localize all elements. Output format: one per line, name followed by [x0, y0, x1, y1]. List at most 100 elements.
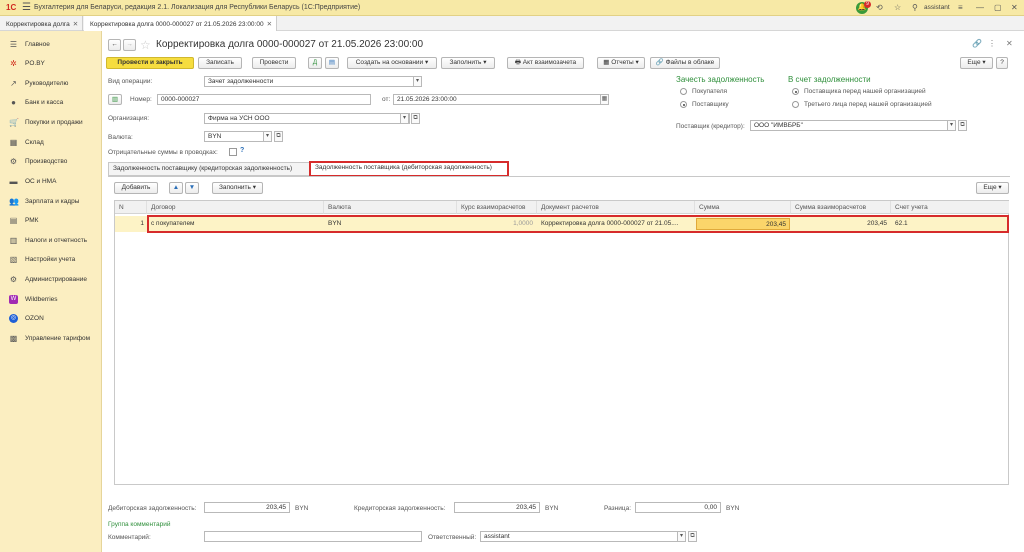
user-name[interactable]: assistant: [924, 4, 950, 11]
create-based-button[interactable]: Создать на основании ▾: [347, 57, 437, 69]
sidebar-item-tariff[interactable]: ▩ Управление тарифом: [0, 330, 102, 348]
sidebar-item-admin[interactable]: ⚙ Администрирование: [0, 271, 102, 289]
fill-button[interactable]: Заполнить ▾: [441, 57, 495, 69]
responsible-dropdown-icon[interactable]: ▾: [677, 531, 686, 542]
supplier-field[interactable]: ООО "ИМВБРБ": [750, 120, 948, 131]
link-icon[interactable]: 🔗: [972, 39, 982, 48]
dt-kt-icon[interactable]: Д: [308, 57, 322, 69]
move-up-icon[interactable]: ▲: [169, 182, 183, 194]
operation-dropdown-icon[interactable]: ▾: [413, 76, 422, 87]
sidebar-item-poby[interactable]: ✲ PO.BY: [0, 55, 102, 73]
offset-buyer-label: Покупателя: [692, 88, 728, 95]
close-window-icon[interactable]: ✕: [1011, 3, 1018, 12]
sidebar-item-wildberries[interactable]: W Wildberries: [0, 291, 102, 309]
back-button[interactable]: ←: [108, 39, 121, 51]
col-header-sum[interactable]: Сумма: [695, 201, 791, 214]
supplier-open-icon[interactable]: ⧉: [958, 120, 967, 131]
close-form-icon[interactable]: ✕: [1006, 39, 1013, 48]
operation-field[interactable]: Зачет задолженности: [204, 76, 414, 87]
print-document-icon[interactable]: ▤: [325, 57, 339, 69]
number-field[interactable]: 0000-000027: [157, 94, 371, 105]
sidebar-item-warehouse[interactable]: ▦ Склад: [0, 134, 102, 152]
offset-buyer-radio[interactable]: [680, 88, 687, 95]
favorite-star-icon[interactable]: ☆: [140, 38, 151, 52]
table-add-button[interactable]: Добавить: [114, 182, 158, 194]
help-link[interactable]: ?: [240, 147, 244, 154]
sidebar-item-rmk[interactable]: ▤ РМК: [0, 212, 102, 230]
move-down-icon[interactable]: ▼: [185, 182, 199, 194]
settings-menu-icon[interactable]: ≡: [958, 3, 963, 12]
cell-rate[interactable]: 1,0000: [457, 217, 537, 231]
forward-button[interactable]: →: [123, 39, 136, 51]
account-supplier-radio[interactable]: [792, 88, 799, 95]
sidebar-item-ozon[interactable]: ◎ OZON: [0, 310, 102, 328]
history-icon[interactable]: ⟲: [876, 3, 883, 12]
minimize-icon[interactable]: —: [976, 3, 984, 12]
comment-field[interactable]: [204, 531, 422, 542]
act-button[interactable]: 🖶 Акт взаимозачета: [507, 57, 584, 69]
col-header-account[interactable]: Счет учета: [891, 201, 1009, 214]
organization-open-icon[interactable]: ⧉: [411, 113, 420, 124]
save-button[interactable]: Записать: [198, 57, 242, 69]
favorites-icon[interactable]: ☆: [894, 3, 901, 12]
calendar-icon[interactable]: ▦: [600, 94, 609, 105]
more-vertical-icon[interactable]: ⋮: [988, 39, 996, 48]
sidebar-item-label: Налоги и отчетность: [25, 237, 88, 244]
sidebar-item-bank[interactable]: ● Банк и касса: [0, 94, 102, 112]
cell-account[interactable]: 62.1: [891, 217, 1009, 231]
currency-open-icon[interactable]: ⧉: [274, 131, 283, 142]
cell-contract[interactable]: с покупателем: [147, 217, 324, 231]
window-tab-list[interactable]: Корректировка долга ✕: [0, 16, 84, 31]
col-header-sum-mutual[interactable]: Сумма взаиморасчетов: [791, 201, 891, 214]
negative-sums-checkbox[interactable]: [229, 148, 237, 156]
supplier-dropdown-icon[interactable]: ▾: [947, 120, 956, 131]
maximize-icon[interactable]: ▢: [994, 3, 1002, 12]
col-header-currency[interactable]: Валюта: [324, 201, 457, 214]
post-and-close-button[interactable]: Провести и закрыть: [106, 57, 194, 69]
close-tab-icon[interactable]: ✕: [73, 21, 78, 28]
col-header-document[interactable]: Документ расчетов: [537, 201, 695, 214]
tab-debtor-debt[interactable]: Задолженность поставщика (дебиторская за…: [309, 161, 509, 177]
table-more-button[interactable]: Еще ▾: [976, 182, 1009, 194]
sidebar-item-taxes[interactable]: ▥ Налоги и отчетность: [0, 232, 102, 250]
sidebar-item-label: Администрирование: [25, 276, 87, 283]
sidebar-item-purchases[interactable]: 🛒 Покупки и продажи: [0, 114, 102, 132]
close-tab-icon[interactable]: ✕: [267, 21, 272, 28]
cell-n[interactable]: 1: [115, 217, 147, 231]
reports-button[interactable]: ▦ Отчеты ▾: [597, 57, 645, 69]
cell-sum[interactable]: 203,45: [696, 218, 790, 230]
cell-sum-mutual[interactable]: 203,45: [791, 217, 891, 231]
currency-field[interactable]: BYN: [204, 131, 264, 142]
sidebar-item-salary[interactable]: 👥 Зарплата и кадры: [0, 193, 102, 211]
help-icon[interactable]: ?: [996, 57, 1008, 69]
organization-field[interactable]: Фирма на УСН ООО: [204, 113, 410, 124]
sidebar-item-main[interactable]: ☰ Главное: [0, 36, 102, 54]
sidebar-item-accounting-settings[interactable]: ▧ Настройки учета: [0, 251, 102, 269]
col-header-rate[interactable]: Курс взаиморасчетов: [457, 201, 537, 214]
responsible-field[interactable]: assistant: [480, 531, 678, 542]
sidebar-item-production[interactable]: ⚙ Производство: [0, 153, 102, 171]
number-edit-icon[interactable]: ▥: [108, 94, 122, 105]
table-fill-button[interactable]: Заполнить ▾: [212, 182, 263, 194]
account-third-party-radio[interactable]: [792, 101, 799, 108]
notification-count-badge: 9: [864, 1, 871, 8]
more-button[interactable]: Еще ▾: [960, 57, 993, 69]
date-field[interactable]: 21.05.2026 23:00:00: [393, 94, 601, 105]
organization-dropdown-icon[interactable]: ▾: [400, 113, 409, 124]
offset-supplier-radio[interactable]: [680, 101, 687, 108]
currency-dropdown-icon[interactable]: ▾: [263, 131, 272, 142]
post-button[interactable]: Провести: [252, 57, 296, 69]
window-tab-document[interactable]: Корректировка долга 0000-000027 от 21.05…: [84, 16, 278, 31]
col-header-n[interactable]: N: [115, 201, 147, 214]
tab-creditor-debt[interactable]: Задолженность поставщику (кредиторская з…: [108, 162, 310, 176]
main-menu-icon[interactable]: ☰: [22, 2, 31, 13]
col-header-contract[interactable]: Договор: [147, 201, 324, 214]
responsible-open-icon[interactable]: ⧉: [688, 531, 697, 542]
sidebar-item-assets[interactable]: ▬ ОС и НМА: [0, 173, 102, 191]
sidebar-item-manager[interactable]: ↗ Руководителю: [0, 75, 102, 93]
cell-currency[interactable]: BYN: [324, 217, 457, 231]
search-icon[interactable]: ⚲: [912, 3, 918, 12]
cell-document[interactable]: Корректировка долга 0000-000027 от 21.05…: [537, 217, 695, 231]
comments-group-link[interactable]: Группа комментарий: [108, 521, 170, 528]
cloud-files-button[interactable]: 🔗 Файлы в облаке: [650, 57, 720, 69]
